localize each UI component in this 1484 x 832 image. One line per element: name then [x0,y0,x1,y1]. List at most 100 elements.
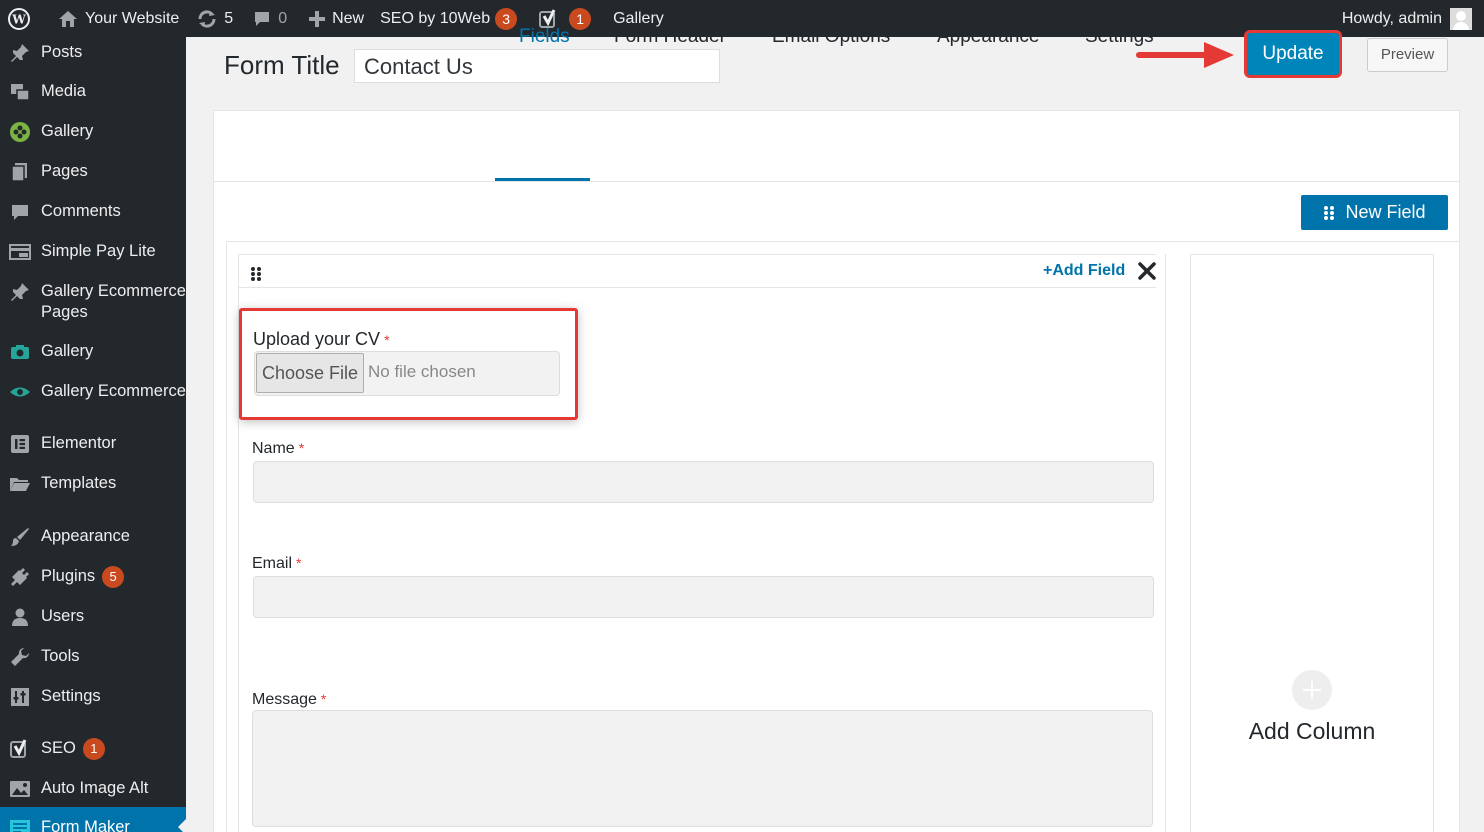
sidebar-item-posts[interactable]: Posts [0,42,186,64]
add-column-area[interactable] [1190,254,1434,832]
yoast-count-badge: 1 [569,7,592,30]
sidebar-item-label: Form Maker [41,818,130,832]
new-field-label: New Field [1345,202,1426,222]
count-badge: 1 [82,738,105,760]
new-field-button[interactable]: New Field [1301,195,1448,230]
update-button[interactable]: Update [1247,33,1339,75]
account-menu[interactable]: Howdy, admin [1341,7,1484,30]
tab-form-header[interactable]: Form Header [614,26,726,48]
sidebar-item-plugins[interactable]: Plugins 5 [0,566,186,588]
sidebar-item-label: Auto Image Alt [41,779,149,797]
message-field-label: Message * [252,691,327,708]
payment-icon [9,241,31,263]
comments-link[interactable]: 0 [241,0,295,37]
column-header [238,254,1156,288]
required-marker: * [384,332,390,348]
tab-email-options[interactable]: Email Options [772,26,890,48]
sidebar-item-gallery[interactable]: Gallery [0,121,186,143]
sidebar-item-label: Elementor [41,434,117,452]
sidebar-item-gallery-ecommerce[interactable]: Gallery Ecommerce [0,381,186,403]
sidebar-item-label: Templates [41,474,117,492]
choose-file-button[interactable]: Choose File [256,353,364,393]
sidebar-item-comments[interactable]: Comments [0,201,186,223]
sidebar-item-label: Comments [41,202,121,220]
settings-icon [9,686,31,708]
sidebar-item-label: Gallery Ecommerce [41,382,186,400]
form-icon [9,817,31,832]
site-name: Your Website [85,9,180,27]
sidebar-item-label: SEO [41,739,76,757]
sidebar-item-label: Posts [41,43,83,61]
avatar [1450,7,1472,30]
sidebar-item-gallery[interactable]: Gallery [0,341,186,363]
sidebar-item-pages[interactable]: Pages [0,161,186,183]
active-menu-arrow [178,819,186,832]
gallery-label: Gallery [613,9,664,27]
sidebar-item-media[interactable]: Media [0,81,186,103]
message-textarea[interactable] [252,710,1153,827]
add-column-plus-icon[interactable] [1292,670,1332,710]
sidebar-item-auto-image-alt[interactable]: Auto Image Alt [0,778,186,800]
howdy-text: Howdy, admin [1341,9,1442,27]
sidebar-item-appearance[interactable]: Appearance [0,526,186,548]
tab-bar [213,110,1460,182]
sidebar-item-templates[interactable]: Templates [0,473,186,495]
sidebar-item-label: Media [41,82,86,100]
new-label: New [332,9,365,27]
admin-bar: W Your Website 5 0 New SEO by 10Web 3 1 … [0,0,1484,37]
add-column-label[interactable]: Add Column [1190,718,1434,745]
sidebar-item-seo[interactable]: SEO 1 [0,738,186,760]
camera-icon [9,341,31,363]
folder-icon [9,473,31,495]
updates-link[interactable]: 5 [187,0,241,37]
seo-10web-link[interactable]: SEO by 10Web 3 [372,0,525,37]
sidebar-item-label: Plugins [41,567,96,585]
sidebar-item-simple-pay-lite[interactable]: Simple Pay Lite [0,241,186,263]
close-icon[interactable] [1138,262,1156,280]
sidebar-item-label: Appearance [41,527,130,545]
sidebar-item-label: Gallery [41,122,94,140]
sidebar-item-gallery-ecommerce-pages[interactable]: Gallery Ecommerce Pages [0,281,186,323]
preview-button[interactable]: Preview [1367,38,1448,72]
upload-field-label: Upload your CV * [253,329,390,349]
name-input[interactable] [253,461,1154,503]
tab-settings[interactable]: Settings [1085,26,1154,48]
sidebar-item-label: Gallery [41,342,94,360]
form-title-input[interactable]: Contact Us [354,49,720,83]
sidebar-item-elementor[interactable]: Elementor [0,433,186,455]
add-field-link[interactable]: +Add Field [1043,262,1125,280]
brush-icon [9,526,31,548]
required-marker: * [298,440,305,456]
seo-label: SEO by 10Web [380,9,491,27]
sidebar-item-settings[interactable]: Settings [0,686,186,708]
count-badge: 5 [102,566,125,588]
wrench-icon [9,646,31,668]
sidebar-item-form-maker[interactable]: Form Maker [0,807,186,832]
drag-handle-icon[interactable] [250,266,262,282]
email-input[interactable] [253,576,1154,618]
user-icon [9,606,31,628]
grid-dots-icon [1324,205,1335,220]
sidebar-item-tools[interactable]: Tools [0,646,186,668]
sidebar-item-label: Users [41,607,85,625]
name-field-label: Name * [252,440,305,457]
plug-icon [9,566,31,588]
wordpress-logo-icon[interactable]: W [0,0,38,37]
sidebar-item-label: Pages [41,162,88,180]
tab-fields[interactable]: Fields [519,26,570,48]
comments-count: 0 [278,9,288,27]
file-status: No file chosen [368,362,476,381]
pages-icon [9,161,31,183]
site-name-link[interactable]: Your Website [38,0,187,37]
media-icon [9,81,31,103]
tab-appearance[interactable]: Appearance [937,26,1039,48]
gallery-flower-icon [9,121,31,143]
new-content-link[interactable]: New [295,0,372,37]
sidebar-item-label: Simple Pay Lite [41,242,156,260]
active-tab-indicator [495,178,590,181]
svg-text:W: W [11,12,26,26]
sidebar-item-label: Gallery Ecommerce Pages [41,282,186,321]
image-alt-icon [9,778,31,800]
required-marker: * [320,691,327,707]
sidebar-item-users[interactable]: Users [0,606,186,628]
